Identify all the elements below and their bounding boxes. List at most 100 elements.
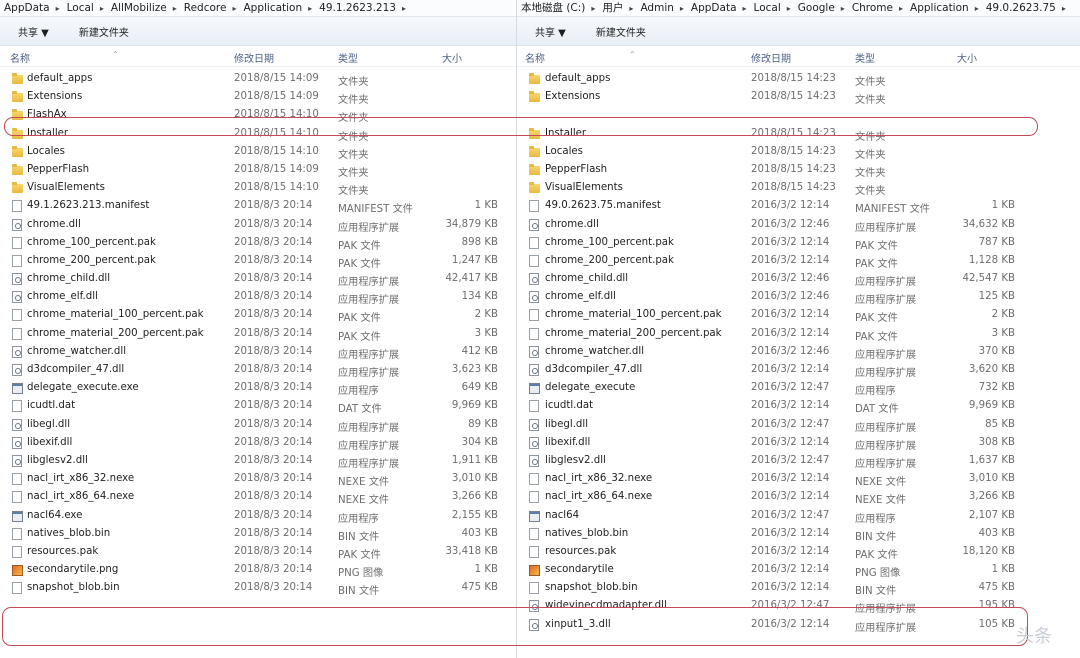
file-row[interactable]: snapshot_blob.bin 2018/8/3 20:14 BIN 文件 475… [0, 579, 516, 597]
file-row[interactable]: chrome_watcher.dll 2018/8/3 20:14 应用程序扩展 41… [0, 343, 516, 361]
breadcrumb-item[interactable]: AllMobilize [111, 0, 167, 16]
file-row[interactable]: Installer 2018/8/15 14:23 文件夹 [517, 125, 1080, 143]
file-row[interactable]: libglesv2.dll 2016/3/2 12:47 应用程序扩展 1,637 K… [517, 452, 1080, 470]
file-row[interactable]: chrome_child.dll 2016/3/2 12:46 应用程序扩展 42,5… [517, 270, 1080, 288]
breadcrumb-item[interactable]: Chrome [852, 0, 893, 16]
breadcrumb-item[interactable]: Redcore [184, 0, 227, 16]
file-row[interactable]: PepperFlash 2018/8/15 14:09 文件夹 [0, 161, 516, 179]
breadcrumb-separator-icon[interactable]: ▸ [100, 1, 104, 16]
file-row[interactable]: xinput1_3.dll 2016/3/2 12:14 应用程序扩展 105 KB [517, 616, 1080, 634]
file-row[interactable]: secondarytile 2016/3/2 12:14 PNG 图像 1 KB [517, 561, 1080, 579]
breadcrumb-separator-icon[interactable]: ▸ [591, 1, 595, 16]
file-row[interactable]: libegl.dll 2018/8/3 20:14 应用程序扩展 89 KB [0, 416, 516, 434]
file-row[interactable]: widevinecdmadapter.dll 2016/3/2 12:47 应用程序… [517, 597, 1080, 615]
file-row[interactable]: nacl_irt_x86_64.nexe 2018/8/3 20:14 NEXE 文… [0, 488, 516, 506]
file-row[interactable] [517, 106, 1080, 124]
column-type-header[interactable]: 类型 [338, 50, 358, 65]
file-row[interactable]: libexif.dll 2018/8/3 20:14 应用程序扩展 304 KB [0, 434, 516, 452]
breadcrumb-item[interactable]: Google [798, 0, 835, 16]
file-row[interactable]: default_apps 2018/8/15 14:23 文件夹 [517, 70, 1080, 88]
file-row[interactable]: nacl64.exe 2018/8/3 20:14 应用程序 2,155 KB [0, 507, 516, 525]
file-row[interactable]: d3dcompiler_47.dll 2016/3/2 12:14 应用程序扩展 3,… [517, 361, 1080, 379]
file-row[interactable]: chrome.dll 2018/8/3 20:14 应用程序扩展 34,879 KB [0, 216, 516, 234]
file-row[interactable]: nacl_irt_x86_64.nexe 2016/3/2 12:14 NEXE 文… [517, 488, 1080, 506]
column-type-header[interactable]: 类型 [855, 50, 875, 65]
file-row[interactable]: natives_blob.bin 2018/8/3 20:14 BIN 文件 403 … [0, 525, 516, 543]
file-row[interactable]: FlashAx 2018/8/15 14:10 文件夹 [0, 106, 516, 124]
file-row[interactable]: Installer 2018/8/15 14:10 文件夹 [0, 125, 516, 143]
file-row[interactable]: Locales 2018/8/15 14:23 文件夹 [517, 143, 1080, 161]
breadcrumb-item[interactable]: Local [754, 0, 781, 16]
file-row[interactable]: chrome_material_200_percent.pak 2016/3/2 … [517, 325, 1080, 343]
breadcrumb-separator-icon[interactable]: ▸ [308, 1, 312, 16]
file-row[interactable]: chrome_100_percent.pak 2016/3/2 12:14 PAK … [517, 234, 1080, 252]
column-date-header[interactable]: 修改日期 [234, 50, 274, 65]
file-row[interactable]: chrome_elf.dll 2016/3/2 12:46 应用程序扩展 125 KB [517, 288, 1080, 306]
file-row[interactable]: chrome.dll 2016/3/2 12:46 应用程序扩展 34,632 KB [517, 216, 1080, 234]
breadcrumb-separator-icon[interactable]: ▸ [173, 1, 177, 16]
file-row[interactable]: chrome_200_percent.pak 2018/8/3 20:14 PAK … [0, 252, 516, 270]
file-row[interactable]: icudtl.dat 2016/3/2 12:14 DAT 文件 9,969 KB [517, 397, 1080, 415]
file-row[interactable]: nacl_irt_x86_32.nexe 2018/8/3 20:14 NEXE 文… [0, 470, 516, 488]
breadcrumb-item[interactable]: Local [67, 0, 94, 16]
file-row[interactable]: 49.0.2623.75.manifest 2016/3/2 12:14 MANIF… [517, 197, 1080, 215]
column-size-header[interactable]: 大小 [957, 50, 977, 65]
breadcrumb-separator-icon[interactable]: ▸ [743, 1, 747, 16]
file-row[interactable]: VisualElements 2018/8/15 14:23 文件夹 [517, 179, 1080, 197]
file-row[interactable]: libglesv2.dll 2018/8/3 20:14 应用程序扩展 1,911 K… [0, 452, 516, 470]
breadcrumb-item[interactable]: AppData [691, 0, 737, 16]
address-bar[interactable]: 本地磁盘 (C:) ▸ 用户 ▸ Admin ▸ AppData ▸ Local ▸ Google ▸… [517, 0, 1080, 17]
breadcrumb-separator-icon[interactable]: ▸ [629, 1, 633, 16]
file-row[interactable]: Locales 2018/8/15 14:10 文件夹 [0, 143, 516, 161]
breadcrumb-separator-icon[interactable]: ▸ [975, 1, 979, 16]
file-row[interactable]: d3dcompiler_47.dll 2018/8/3 20:14 应用程序扩展 3,… [0, 361, 516, 379]
file-row[interactable]: Extensions 2018/8/15 14:09 文件夹 [0, 88, 516, 106]
file-row[interactable]: nacl64 2016/3/2 12:47 应用程序 2,107 KB [517, 507, 1080, 525]
column-name-header[interactable]: 名称 [525, 50, 545, 65]
new-folder-button[interactable]: 新建文件夹 [79, 24, 129, 39]
breadcrumb-separator-icon[interactable]: ▸ [899, 1, 903, 16]
file-row[interactable]: chrome_elf.dll 2018/8/3 20:14 应用程序扩展 134 KB [0, 288, 516, 306]
new-folder-button[interactable]: 新建文件夹 [596, 24, 646, 39]
file-row[interactable]: chrome_200_percent.pak 2016/3/2 12:14 PAK … [517, 252, 1080, 270]
file-row[interactable]: PepperFlash 2018/8/15 14:23 文件夹 [517, 161, 1080, 179]
file-row[interactable]: natives_blob.bin 2016/3/2 12:14 BIN 文件 403 … [517, 525, 1080, 543]
file-row[interactable]: chrome_material_100_percent.pak 2018/8/3 … [0, 306, 516, 324]
file-row[interactable]: libexif.dll 2016/3/2 12:14 应用程序扩展 308 KB [517, 434, 1080, 452]
breadcrumb-separator-icon[interactable]: ▸ [402, 1, 406, 16]
column-name-header[interactable]: 名称 [10, 50, 30, 65]
file-row[interactable]: chrome_material_100_percent.pak 2016/3/2 … [517, 306, 1080, 324]
file-row[interactable]: chrome_100_percent.pak 2018/8/3 20:14 PAK … [0, 234, 516, 252]
file-row[interactable]: resources.pak 2016/3/2 12:14 PAK 文件 18,120 … [517, 543, 1080, 561]
share-button[interactable]: 共享 ▼ [18, 24, 49, 39]
breadcrumb-separator-icon[interactable]: ▸ [841, 1, 845, 16]
column-date-header[interactable]: 修改日期 [751, 50, 791, 65]
file-row[interactable]: default_apps 2018/8/15 14:09 文件夹 [0, 70, 516, 88]
file-row[interactable]: libegl.dll 2016/3/2 12:47 应用程序扩展 85 KB [517, 416, 1080, 434]
column-size-header[interactable]: 大小 [442, 50, 462, 65]
breadcrumb-separator-icon[interactable]: ▸ [232, 1, 236, 16]
breadcrumb-item[interactable]: Application [243, 0, 302, 16]
file-row[interactable]: chrome_material_200_percent.pak 2018/8/3 … [0, 325, 516, 343]
breadcrumb-item[interactable]: 用户 [602, 0, 623, 16]
breadcrumb-item[interactable]: Admin [640, 0, 673, 16]
share-button[interactable]: 共享 ▼ [535, 24, 566, 39]
file-row[interactable]: snapshot_blob.bin 2016/3/2 12:14 BIN 文件 475… [517, 579, 1080, 597]
file-row[interactable]: icudtl.dat 2018/8/3 20:14 DAT 文件 9,969 KB [0, 397, 516, 415]
file-row[interactable]: chrome_child.dll 2018/8/3 20:14 应用程序扩展 42,4… [0, 270, 516, 288]
breadcrumb-item[interactable]: 49.0.2623.75 [986, 0, 1056, 16]
file-row[interactable]: VisualElements 2018/8/15 14:10 文件夹 [0, 179, 516, 197]
breadcrumb-separator-icon[interactable]: ▸ [787, 1, 791, 16]
address-bar[interactable]: AppData ▸ Local ▸ AllMobilize ▸ Redcore ▸ Applic… [0, 0, 516, 17]
breadcrumb-item[interactable]: 本地磁盘 (C:) [521, 0, 585, 16]
breadcrumb-separator-icon[interactable]: ▸ [680, 1, 684, 16]
breadcrumb-item[interactable]: Application [910, 0, 969, 16]
file-row[interactable]: resources.pak 2018/8/3 20:14 PAK 文件 33,418 … [0, 543, 516, 561]
breadcrumb-separator-icon[interactable]: ▸ [1062, 1, 1066, 16]
file-row[interactable]: chrome_watcher.dll 2016/3/2 12:46 应用程序扩展 37… [517, 343, 1080, 361]
breadcrumb-item[interactable]: AppData [4, 0, 50, 16]
breadcrumb-item[interactable]: 49.1.2623.213 [319, 0, 396, 16]
file-row[interactable]: 49.1.2623.213.manifest 2018/8/3 20:14 MANI… [0, 197, 516, 215]
file-row[interactable]: Extensions 2018/8/15 14:23 文件夹 [517, 88, 1080, 106]
breadcrumb-separator-icon[interactable]: ▸ [56, 1, 60, 16]
